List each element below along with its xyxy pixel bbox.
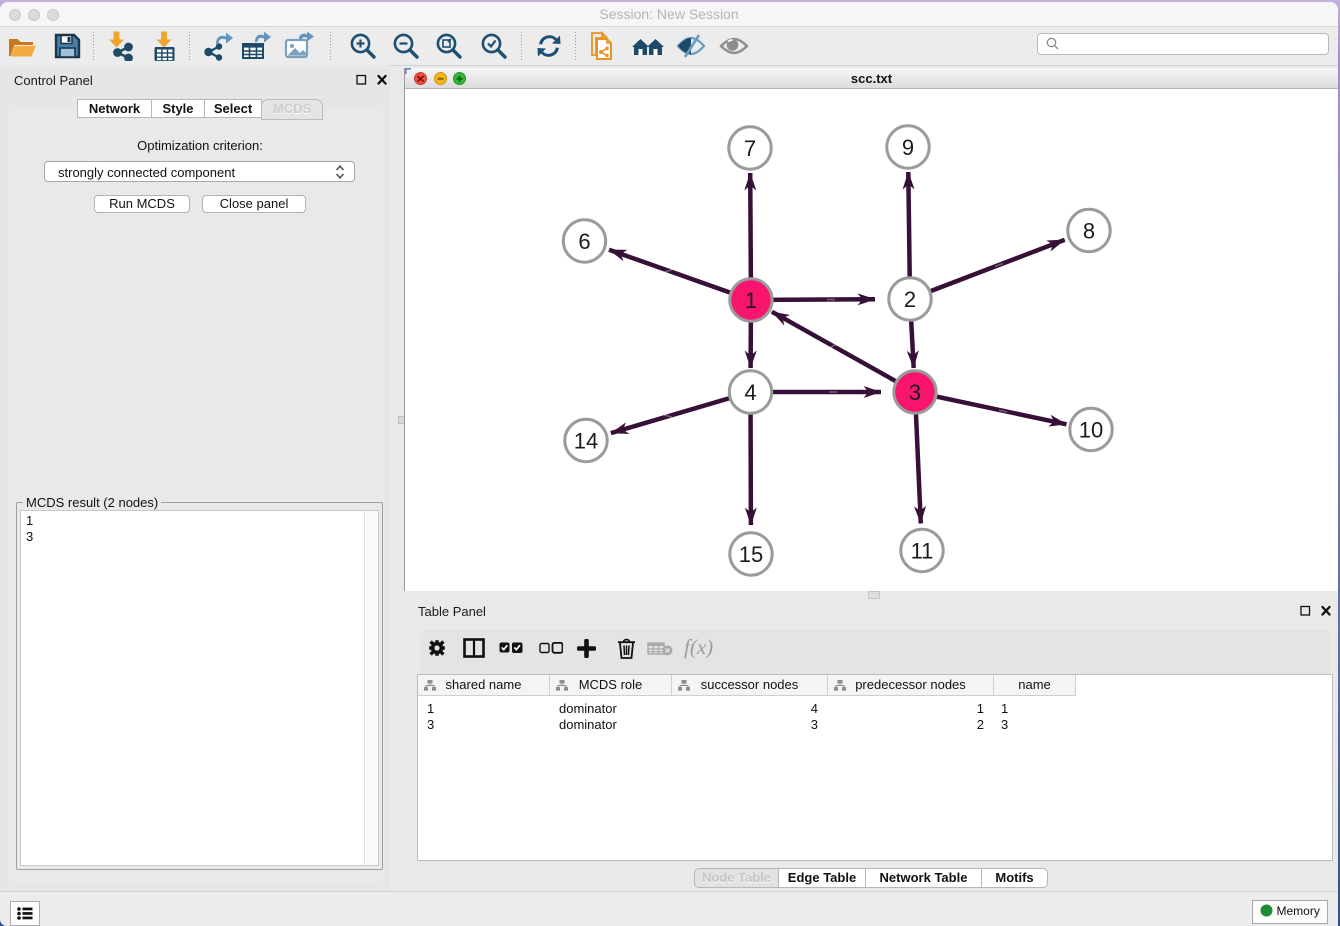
svg-text:14: 14: [574, 429, 598, 454]
svg-text:10: 10: [1079, 418, 1103, 443]
svg-text:3: 3: [909, 380, 921, 405]
svg-text:9: 9: [902, 135, 914, 160]
svg-text:2: 2: [904, 287, 916, 312]
svg-text:8: 8: [1083, 219, 1095, 244]
svg-text:4: 4: [744, 380, 756, 405]
svg-text:11: 11: [911, 539, 934, 564]
svg-text:1: 1: [745, 288, 757, 313]
svg-text:6: 6: [578, 229, 590, 254]
svg-text:7: 7: [744, 136, 756, 161]
svg-text:15: 15: [739, 542, 763, 567]
